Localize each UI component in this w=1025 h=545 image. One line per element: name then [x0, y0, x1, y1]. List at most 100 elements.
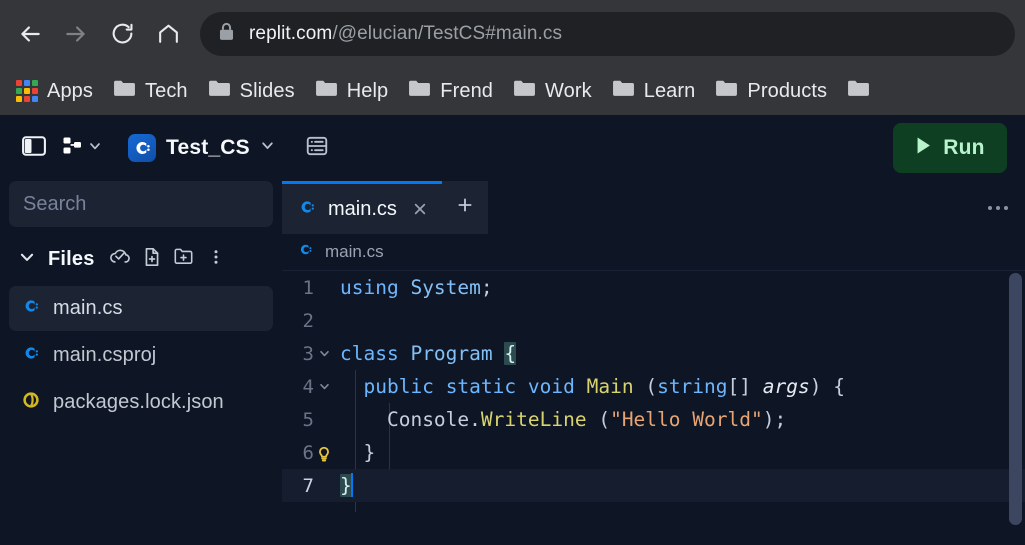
- bookmark-label: Learn: [643, 79, 696, 102]
- code-line-text: using System;: [340, 276, 493, 299]
- breadcrumb-label: main.cs: [325, 242, 384, 261]
- code-line[interactable]: 4 public static void Main (string[] args…: [282, 370, 1025, 403]
- tabbar-filler: [488, 181, 971, 234]
- line-gutter: 1: [282, 277, 338, 299]
- bookmark-tech[interactable]: Tech: [105, 74, 196, 108]
- folder-icon: [847, 79, 870, 103]
- forward-button[interactable]: [54, 12, 98, 56]
- new-folder-button[interactable]: [169, 244, 199, 274]
- database-button[interactable]: [297, 128, 337, 168]
- file-item-packages-lock-json[interactable]: packages.lock.json: [9, 380, 273, 425]
- url-path: /@elucian/TestCS#main.cs: [332, 22, 563, 44]
- tab-main-cs[interactable]: main.cs: [282, 181, 442, 234]
- forward-arrow-icon: [63, 21, 89, 47]
- code-line[interactable]: 6 }: [282, 436, 1025, 469]
- search-input[interactable]: Search: [23, 193, 86, 216]
- more-horizontal-icon: [988, 205, 1008, 210]
- files-collapse-toggle[interactable]: [12, 244, 42, 274]
- line-number: 5: [302, 408, 314, 431]
- folder-icon: [315, 79, 338, 103]
- database-icon: [305, 134, 329, 163]
- file-item-main-cs[interactable]: main.cs: [9, 286, 273, 331]
- code-line[interactable]: 3 class Program {: [282, 337, 1025, 370]
- new-file-button[interactable]: [137, 244, 167, 274]
- folder-icon: [612, 79, 635, 103]
- close-icon[interactable]: [412, 201, 428, 217]
- back-button[interactable]: [8, 12, 52, 56]
- bookmark-frend[interactable]: Frend: [400, 74, 501, 108]
- editor-pane: main.cs main.cs 1 using System; 2 3 clas…: [282, 181, 1025, 545]
- csharp-icon: [21, 343, 41, 368]
- run-button-label: Run: [943, 136, 985, 159]
- chevron-down-icon: [88, 139, 102, 158]
- fold-chevron-icon[interactable]: [314, 380, 334, 393]
- editor-tabbar: main.cs: [282, 181, 1025, 234]
- line-number: 2: [302, 309, 314, 332]
- code-line-text: Console.WriteLine ("Hello World");: [386, 408, 787, 431]
- file-item-main-csproj[interactable]: main.csproj: [9, 333, 273, 378]
- bookmark-overflow[interactable]: [839, 74, 878, 108]
- url-host: replit.com: [249, 22, 333, 44]
- code-line-text: class Program {: [340, 342, 517, 365]
- app-body: Search Files main.cs main.csproj package…: [0, 181, 1025, 545]
- search-input-wrapper[interactable]: Search: [9, 181, 273, 227]
- url-text: replit.com/@elucian/TestCS#main.cs: [249, 23, 562, 45]
- apps-grid-icon: [16, 80, 38, 102]
- bookmark-label: Slides: [239, 79, 295, 102]
- browser-chrome: replit.com/@elucian/TestCS#main.cs Apps …: [0, 0, 1025, 115]
- home-button[interactable]: [146, 12, 190, 56]
- csharp-icon: [128, 134, 156, 162]
- bookmark-slides[interactable]: Slides: [200, 74, 303, 108]
- line-gutter: 5: [282, 409, 338, 431]
- lightbulb-icon[interactable]: [314, 444, 334, 462]
- run-button[interactable]: Run: [893, 123, 1007, 173]
- bookmark-label: Help: [346, 79, 389, 102]
- file-item-label: main.cs: [53, 297, 123, 319]
- chevron-down-icon: [260, 138, 275, 158]
- code-line-text: }: [340, 473, 353, 497]
- reload-button[interactable]: [100, 12, 144, 56]
- new-tab-button[interactable]: [441, 181, 488, 234]
- folder-icon: [208, 79, 231, 103]
- editor-vertical-scrollbar[interactable]: [1009, 273, 1022, 525]
- sidebar-toggle-button[interactable]: [14, 128, 54, 168]
- code-line[interactable]: 7 }: [282, 469, 1025, 502]
- files-section-header: Files: [9, 235, 273, 283]
- csharp-icon: [297, 197, 317, 222]
- more-vertical-icon: [207, 248, 225, 271]
- folder-icon: [408, 79, 431, 103]
- new-folder-icon: [173, 246, 194, 272]
- bookmark-label: Tech: [145, 79, 188, 102]
- bookmark-apps[interactable]: Apps: [8, 75, 101, 108]
- bookmark-help[interactable]: Help: [307, 74, 397, 108]
- address-bar[interactable]: replit.com/@elucian/TestCS#main.cs: [200, 11, 1015, 56]
- chevron-down-icon: [18, 248, 36, 271]
- bookmarks-bar: Apps Tech Slides Help Frend Work Learn P…: [0, 67, 1025, 115]
- file-item-label: packages.lock.json: [53, 391, 224, 413]
- code-line[interactable]: 5 Console.WriteLine ("Hello World");: [282, 403, 1025, 436]
- line-number: 1: [302, 276, 314, 299]
- replit-app: Test_CS Run Search Files main.cs main.cs…: [0, 115, 1025, 545]
- git-branch-button[interactable]: [58, 131, 106, 166]
- reload-icon: [110, 21, 135, 46]
- file-item-label: main.csproj: [53, 344, 157, 366]
- folder-icon: [113, 79, 136, 103]
- editor-more-options-button[interactable]: [971, 181, 1025, 234]
- code-editor[interactable]: 1 using System; 2 3 class Program {4 pu…: [282, 271, 1025, 545]
- project-selector[interactable]: Test_CS: [122, 129, 283, 167]
- line-number: 4: [302, 375, 314, 398]
- csharp-icon: [297, 241, 314, 263]
- cloud-check-button[interactable]: [105, 244, 135, 274]
- bookmark-learn[interactable]: Learn: [604, 74, 704, 108]
- fold-chevron-icon[interactable]: [314, 347, 334, 360]
- bookmark-label: Frend: [440, 79, 494, 102]
- files-more-button[interactable]: [201, 244, 231, 274]
- line-gutter: 6: [282, 442, 338, 464]
- code-line[interactable]: 1 using System;: [282, 271, 1025, 304]
- code-line[interactable]: 2: [282, 304, 1025, 337]
- lock-icon: [218, 22, 235, 46]
- git-branch-icon: [62, 135, 84, 162]
- folder-icon: [513, 79, 536, 103]
- bookmark-work[interactable]: Work: [505, 74, 600, 108]
- bookmark-products[interactable]: Products: [707, 74, 835, 108]
